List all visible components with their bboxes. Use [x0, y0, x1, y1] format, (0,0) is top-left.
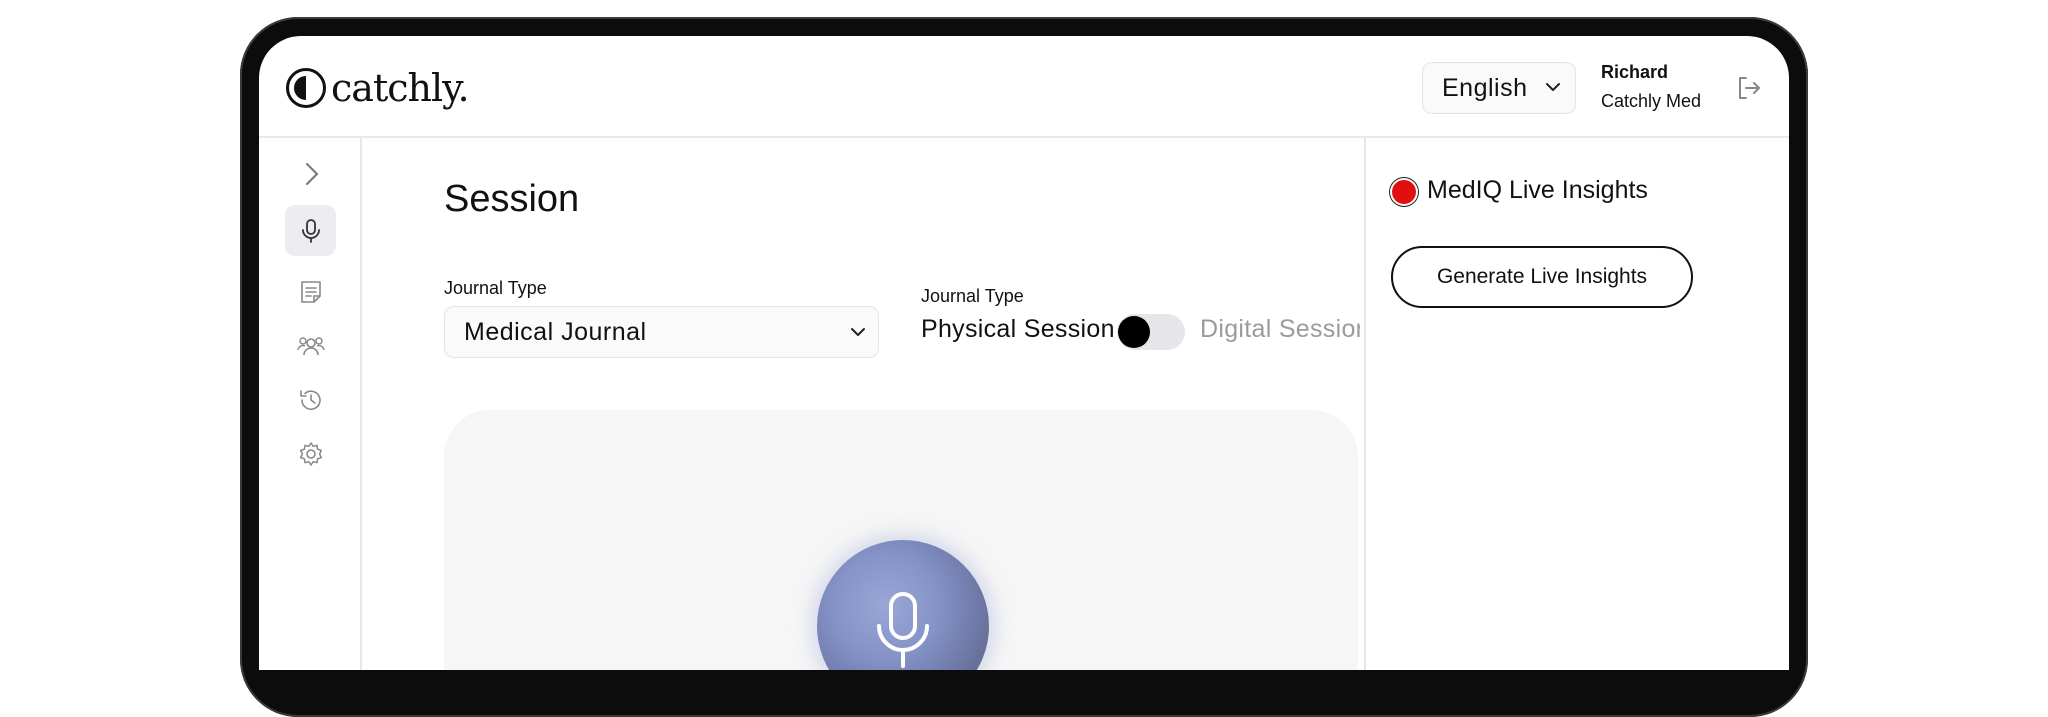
app-screen: catchly. English Richard Catchly Med Ses… — [259, 36, 1789, 670]
microphone-icon — [301, 218, 320, 243]
recording-card — [444, 410, 1358, 670]
physical-session-option[interactable]: Physical Session — [921, 315, 1115, 344]
language-value: English — [1442, 73, 1528, 102]
history-icon — [299, 389, 321, 410]
notes-icon — [300, 280, 321, 303]
journal-type-value: Medical Journal — [464, 317, 647, 346]
sidebar-item-session[interactable] — [285, 205, 336, 256]
insights-title: MedIQ Live Insights — [1427, 176, 1648, 204]
top-bar: catchly. English Richard Catchly Med — [259, 36, 1789, 138]
sidebar-item-patients[interactable] — [285, 320, 336, 371]
logo-text: catchly. — [331, 66, 470, 110]
sidebar-item-notes[interactable] — [285, 266, 336, 317]
language-select[interactable]: English — [1422, 62, 1576, 114]
logo-mark-icon — [286, 68, 326, 108]
generate-live-insights-button[interactable]: Generate Live Insights — [1391, 246, 1693, 308]
user-organization: Catchly Med — [1601, 91, 1702, 111]
logout-icon[interactable] — [1735, 74, 1763, 102]
live-status-dot — [1392, 180, 1416, 204]
sidebar-item-history[interactable] — [285, 374, 336, 425]
digital-session-option[interactable]: Digital Session — [1200, 315, 1360, 344]
logo[interactable]: catchly. — [285, 66, 470, 110]
insights-panel: MedIQ Live Insights Generate Live Insigh… — [1364, 138, 1789, 670]
gear-icon — [299, 441, 322, 466]
record-button[interactable] — [817, 540, 989, 670]
session-type-label: Journal Type — [921, 286, 1024, 306]
chevron-down-icon — [851, 328, 865, 336]
users-icon — [296, 336, 325, 355]
session-panel: Session Journal Type Medical Journal Jou… — [364, 138, 1364, 670]
user-name: Richard — [1601, 62, 1669, 82]
chevron-right-icon — [305, 162, 318, 185]
sidebar-expand-button[interactable] — [285, 148, 336, 199]
sidebar — [259, 138, 362, 670]
user-info: Richard Catchly Med — [1601, 62, 1701, 112]
sidebar-item-settings[interactable] — [285, 428, 336, 479]
page-title: Session — [444, 178, 580, 220]
chevron-down-icon — [1546, 83, 1560, 91]
toggle-knob — [1118, 316, 1150, 348]
microphone-icon — [877, 592, 929, 668]
session-type-toggle[interactable] — [1117, 314, 1185, 350]
journal-type-select[interactable]: Medical Journal — [444, 306, 879, 358]
journal-type-label: Journal Type — [444, 278, 547, 298]
